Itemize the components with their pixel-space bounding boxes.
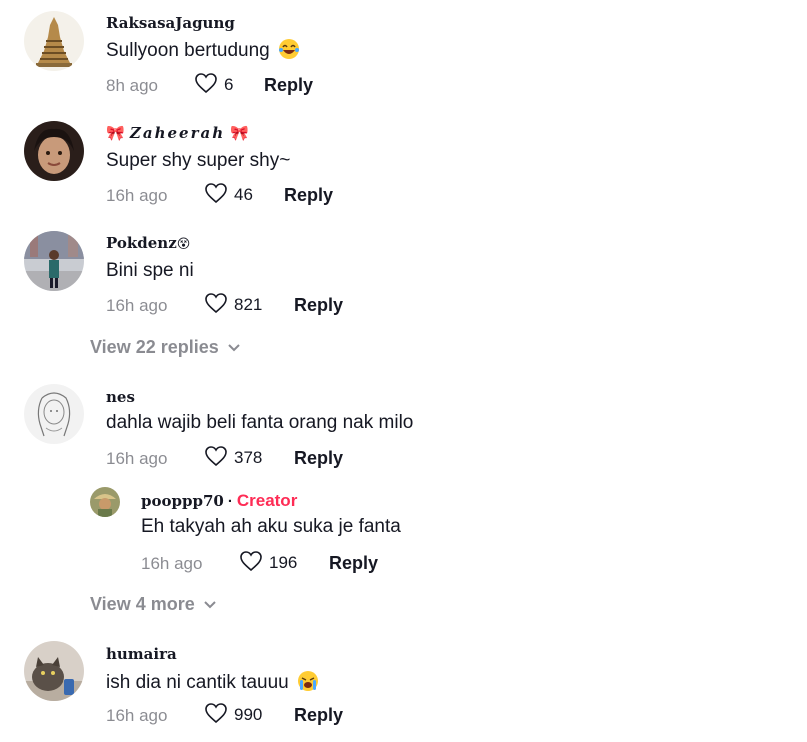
like-count: 46 [234, 185, 253, 204]
heart-icon [205, 183, 227, 204]
like-button[interactable] [239, 550, 263, 572]
comment-meta: 16h ago 378 Reply [106, 445, 506, 469]
comment-text: dahla wajib beli fanta orang nak milo [106, 412, 414, 433]
sketch-avatar-icon [24, 384, 84, 444]
comment-meta: 16h ago 990 Reply [106, 702, 506, 726]
user-photo-icon [24, 121, 84, 181]
like-button[interactable] [194, 72, 218, 94]
reply-button[interactable]: Reply [294, 705, 343, 726]
avatar[interactable] [24, 384, 84, 444]
timestamp: 16h ago [106, 706, 168, 725]
heart-icon [205, 293, 227, 314]
laughing-tears-emoji-icon [278, 39, 299, 59]
username[interactable]: nes [106, 388, 135, 406]
comment-meta: 16h ago 821 Reply [106, 292, 506, 316]
chevron-down-icon [204, 600, 216, 608]
chevron-down-icon [228, 343, 240, 351]
username[interactable]: Pokdenz😵 [106, 234, 190, 252]
comment-meta: 16h ago 46 Reply [106, 182, 506, 206]
like-count: 196 [269, 553, 298, 572]
comment-meta: 8h ago 6 Reply [106, 72, 506, 96]
statue-avatar-icon [24, 11, 84, 71]
comment-meta: 16h ago 196 Reply [141, 550, 541, 574]
comment-text: Bini spe ni [106, 260, 194, 281]
reply-button[interactable]: Reply [264, 75, 313, 96]
comment-item: RaksasaJagung Sullyoon bertudung 8h ago … [0, 0, 807, 110]
reply-button[interactable]: Reply [329, 553, 378, 574]
timestamp: 16h ago [106, 296, 168, 315]
username[interactable]: 🎀 𝒁𝒂𝒉𝒆𝒆𝒓𝒂𝒉 🎀 [106, 124, 249, 142]
user-photo-icon [90, 487, 120, 517]
reply-button[interactable]: Reply [284, 185, 333, 206]
view-more-button[interactable]: View 4 more [90, 594, 217, 615]
like-count: 821 [234, 295, 263, 314]
timestamp: 8h ago [106, 76, 158, 95]
heart-icon [195, 73, 217, 94]
comment-text: Sullyoon bertudung [106, 38, 300, 62]
like-count: 990 [234, 705, 263, 724]
heart-icon [240, 551, 262, 572]
timestamp: 16h ago [106, 449, 168, 468]
username[interactable]: RaksasaJagung [106, 14, 235, 32]
reply-button[interactable]: Reply [294, 448, 343, 469]
avatar[interactable] [24, 231, 84, 291]
comment-item: Pokdenz😵 Bini spe ni 16h ago 821 Reply V… [0, 220, 807, 370]
heart-icon [205, 703, 227, 724]
avatar[interactable] [24, 11, 84, 71]
like-count: 378 [234, 448, 263, 467]
user-photo-icon [24, 231, 84, 291]
reply-item: pooppp70 · Creator Eh takyah ah aku suka j… [0, 483, 807, 583]
heart-icon [205, 446, 227, 467]
creator-badge: Creator [236, 491, 298, 510]
comment-item: 🎀 𝒁𝒂𝒉𝒆𝒆𝒓𝒂𝒉 🎀 Super shy super shy~ 16h ag… [0, 110, 807, 220]
like-button[interactable] [204, 182, 228, 204]
view-replies-button[interactable]: View 22 replies [90, 337, 241, 358]
like-button[interactable] [204, 292, 228, 314]
comment-text: Eh takyah ah aku suka je fanta [141, 516, 401, 537]
comment-text: Super shy super shy~ [106, 150, 291, 171]
like-count: 6 [224, 75, 234, 94]
comment-item: humaira ish dia ni cantik tauuu 16h ago … [0, 630, 807, 742]
like-button[interactable] [204, 445, 228, 467]
timestamp: 16h ago [106, 186, 168, 205]
avatar[interactable] [24, 641, 84, 701]
username[interactable]: pooppp70 · Creator [141, 491, 297, 511]
username[interactable]: humaira [106, 645, 177, 663]
timestamp: 16h ago [141, 554, 203, 573]
crying-face-emoji-icon [297, 671, 318, 691]
cat-photo-icon [24, 641, 84, 701]
like-button[interactable] [204, 702, 228, 724]
comment-item: nes dahla wajib beli fanta orang nak mil… [0, 373, 807, 633]
avatar[interactable] [24, 121, 84, 181]
avatar[interactable] [90, 487, 120, 517]
comment-text: ish dia ni cantik tauuu [106, 670, 319, 694]
reply-button[interactable]: Reply [294, 295, 343, 316]
